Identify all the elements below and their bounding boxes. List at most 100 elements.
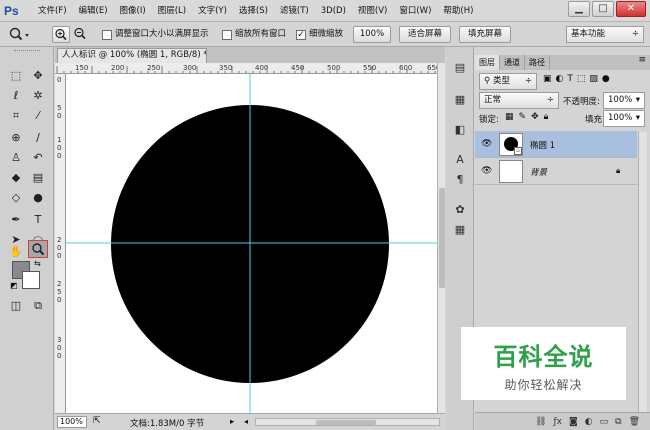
menu-help[interactable]: 帮助(H) [437, 0, 479, 22]
layers-scrollbar[interactable] [638, 132, 647, 412]
menu-file[interactable]: 文件(F) [32, 0, 73, 22]
vertical-scrollbar[interactable] [437, 63, 445, 413]
screen-mode-icon[interactable]: ⧉ [28, 297, 48, 315]
zoom-out-button[interactable] [72, 26, 90, 43]
tab-channels[interactable]: 通道 [500, 55, 525, 70]
layer-style-icon[interactable]: ƒx [554, 417, 563, 427]
horizontal-scroll-thumb[interactable] [316, 420, 376, 425]
filter-smart-icon[interactable]: ▨ [589, 74, 602, 84]
gradient-tool-icon[interactable]: ▤ [28, 169, 48, 187]
brush-tool-icon[interactable]: ∕ [28, 129, 48, 147]
zoom-all-option[interactable]: 缩放所有窗口 [222, 26, 286, 43]
filter-toggle-icon[interactable]: ● [602, 74, 614, 84]
adjustments-panel-icon[interactable]: ◧ [450, 121, 470, 139]
lock-icons[interactable]: ▦✎✥🔒︎ [505, 112, 553, 122]
link-layers-icon[interactable]: ⛓︎ [535, 417, 546, 427]
menu-window[interactable]: 窗口(W) [393, 0, 437, 22]
filter-type-icon[interactable]: T [567, 74, 577, 84]
horizontal-scrollbar[interactable] [255, 418, 440, 426]
swap-colors-icon[interactable]: ⇆ [34, 259, 41, 268]
filter-shape-icon[interactable]: ⬚ [577, 74, 590, 84]
menu-layer[interactable]: 图层(L) [152, 0, 192, 22]
layer-name[interactable]: 背景 [530, 166, 547, 178]
type-tool-icon[interactable]: T [28, 211, 48, 229]
paragraph-panel-icon[interactable]: ¶ [450, 171, 470, 189]
menu-3d[interactable]: 3D(D) [315, 0, 352, 22]
lasso-tool-icon[interactable]: ℓ [6, 87, 26, 105]
eyedropper-tool-icon[interactable]: ⁄ [28, 107, 48, 125]
vertical-ruler[interactable]: 0 5 0 1 0 0 2 0 0 2 5 0 3 0 0 [55, 74, 66, 413]
layer-row-background[interactable]: 👁︎ 背景 🔒︎ [475, 158, 637, 185]
restore-button[interactable]: □ [592, 1, 614, 17]
quick-mask-icon[interactable]: ◫ [6, 297, 26, 315]
visibility-eye-icon[interactable]: 👁︎ [481, 139, 492, 149]
new-layer-icon[interactable]: ⧉ [615, 417, 621, 427]
menu-select[interactable]: 选择(S) [233, 0, 274, 22]
menu-image[interactable]: 图像(I) [114, 0, 152, 22]
scroll-left-icon[interactable]: ◂ [244, 417, 248, 426]
lock-all-icon[interactable]: 🔒︎ [544, 112, 554, 122]
lock-position-icon[interactable]: ✥ [531, 112, 544, 122]
opacity-field[interactable]: 100% ▾ [603, 92, 645, 109]
history-panel-icon[interactable]: ▤ [450, 59, 470, 77]
tool-preset-picker[interactable] [6, 26, 30, 43]
menu-filter[interactable]: 滤镜(T) [274, 0, 315, 22]
tab-layers[interactable]: 图层 [475, 55, 500, 70]
scrubby-zoom-checkbox[interactable]: ✓ [296, 29, 306, 40]
layer-filter-icons[interactable]: ▣◐T⬚▨● [543, 74, 614, 84]
layer-mask-icon[interactable]: ◙ [569, 417, 578, 427]
blend-mode-select[interactable]: 正常 ÷ [479, 92, 559, 109]
lock-pixels-icon[interactable]: ✎ [519, 112, 532, 122]
workspace-select[interactable]: 基本功能 ÷ [566, 26, 644, 43]
layer-filter-select[interactable]: ⚲ 类型 ÷ [479, 73, 537, 90]
hand-tool-icon[interactable]: ✋ [6, 243, 26, 261]
default-colors-icon[interactable]: ◩ [10, 281, 18, 290]
background-color-swatch[interactable] [22, 271, 40, 289]
visibility-eye-icon[interactable]: 👁︎ [481, 166, 492, 176]
move-tool-icon[interactable]: ✥ [28, 67, 48, 85]
lock-transparent-icon[interactable]: ▦ [505, 112, 519, 122]
horizontal-ruler[interactable]: 150 200 250 300 350 400 450 500 550 600 … [55, 63, 437, 74]
toolbox-grip[interactable] [14, 50, 40, 54]
tab-paths[interactable]: 路径 [525, 55, 550, 70]
filter-adjust-icon[interactable]: ◐ [556, 74, 568, 84]
character-panel-icon[interactable]: A [450, 151, 470, 169]
zoom-level-field[interactable]: 100% [57, 416, 87, 428]
swatches-panel-icon[interactable]: ▦ [450, 91, 470, 109]
resize-windows-checkbox[interactable] [102, 29, 112, 40]
fit-screen-button[interactable]: 适合屏幕 [399, 26, 451, 43]
document-tab[interactable]: 人人标识 @ 100% (椭圆 1, RGB/8) * × [57, 48, 207, 63]
crop-tool-icon[interactable]: ⌗ [6, 107, 26, 125]
clone-stamp-tool-icon[interactable]: ♙ [6, 149, 26, 167]
scrubby-zoom-option[interactable]: ✓ 细微缩放 [296, 26, 343, 43]
zoom-all-checkbox[interactable] [222, 29, 232, 40]
adjustment-layer-icon[interactable]: ◐ [585, 417, 593, 427]
minimize-button[interactable]: ▁ [568, 1, 590, 17]
magic-wand-tool-icon[interactable]: ✲ [28, 87, 48, 105]
zoom-in-button[interactable] [52, 26, 70, 43]
history-brush-tool-icon[interactable]: ↶ [28, 149, 48, 167]
resize-windows-option[interactable]: 调整窗口大小以满屏显示 [102, 26, 209, 43]
zoom-tool-icon[interactable] [28, 240, 48, 258]
pen-tool-icon[interactable]: ✒ [6, 211, 26, 229]
blur-tool-icon[interactable]: ◇ [6, 189, 26, 207]
document-canvas[interactable] [66, 74, 437, 413]
grid-panel-icon[interactable]: ▦ [450, 221, 470, 239]
new-group-icon[interactable]: ▭ [600, 417, 609, 427]
filter-pixel-icon[interactable]: ▣ [543, 74, 556, 84]
fill-screen-button[interactable]: 填充屏幕 [459, 26, 511, 43]
export-icon[interactable]: ⇱ [93, 416, 101, 426]
menu-edit[interactable]: 编辑(E) [73, 0, 114, 22]
vertical-scroll-thumb[interactable] [439, 188, 445, 288]
styles-panel-icon[interactable]: ✿ [450, 201, 470, 219]
eraser-tool-icon[interactable]: ◆ [6, 169, 26, 187]
dodge-tool-icon[interactable]: ● [28, 189, 48, 207]
healing-brush-tool-icon[interactable]: ⊕ [6, 129, 26, 147]
marquee-tool-icon[interactable]: ⬚ [6, 67, 26, 85]
delete-layer-icon[interactable]: 🗑︎ [629, 417, 640, 427]
status-menu-arrow-icon[interactable]: ▸ [230, 417, 234, 427]
menu-view[interactable]: 视图(V) [352, 0, 393, 22]
layer-name[interactable]: 椭圆 1 [530, 139, 555, 151]
actual-pixels-button[interactable]: 100% [353, 26, 391, 43]
fill-field[interactable]: 100% ▾ [603, 110, 645, 127]
